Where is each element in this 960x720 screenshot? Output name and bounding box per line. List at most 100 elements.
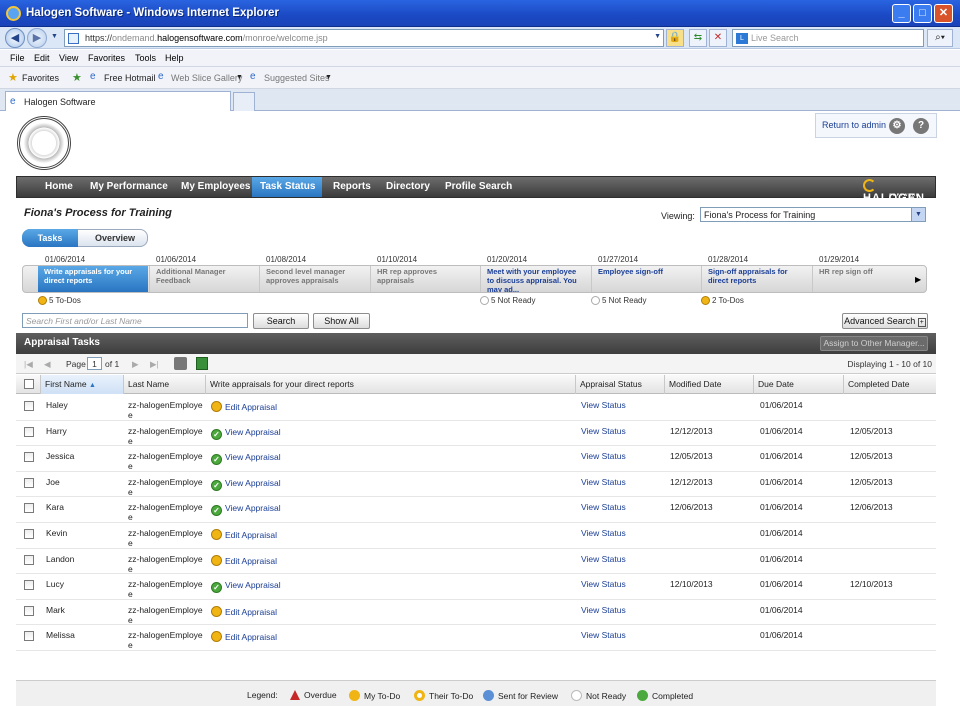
new-tab-button[interactable] — [233, 92, 255, 111]
appraisal-link[interactable]: View Appraisal — [225, 427, 281, 437]
nav-home[interactable]: Home — [37, 177, 81, 197]
appraisal-link[interactable]: View Appraisal — [225, 503, 281, 513]
print-icon[interactable] — [174, 357, 187, 370]
row-checkbox[interactable] — [24, 401, 34, 411]
menu-view[interactable]: View — [59, 53, 78, 63]
col-appraisal-status[interactable]: Appraisal Status — [575, 375, 665, 394]
timeline-step[interactable]: Employee sign-off — [591, 266, 701, 292]
refresh-icon[interactable]: ⇆ — [689, 29, 707, 47]
row-checkbox[interactable] — [24, 605, 34, 616]
page-number-input[interactable]: 1 — [87, 357, 102, 370]
assign-other-manager-button[interactable]: Assign to Other Manager... — [820, 336, 928, 351]
last-page-icon[interactable]: ▶| — [150, 359, 159, 370]
close-icon[interactable]: ✕ — [934, 4, 953, 23]
view-status-link[interactable]: View Status — [581, 630, 626, 640]
address-dropdown-icon[interactable]: ▼ — [654, 33, 661, 40]
row-checkbox[interactable] — [24, 554, 34, 565]
appraisal-link[interactable]: Edit Appraisal — [225, 402, 277, 412]
row-checkbox[interactable] — [24, 631, 34, 642]
name-search-input[interactable]: Search First and/or Last Name — [22, 313, 248, 328]
back-button[interactable]: ◀ — [5, 28, 25, 48]
menu-edit[interactable]: Edit — [34, 53, 50, 63]
suggested-dropdown-icon[interactable]: ▼ — [325, 74, 332, 81]
col-completed-date[interactable]: Completed Date — [843, 375, 936, 394]
stop-icon[interactable]: ✕ — [709, 29, 727, 47]
view-status-link[interactable]: View Status — [581, 451, 626, 461]
appraisal-link[interactable]: View Appraisal — [225, 452, 281, 462]
row-checkbox[interactable] — [24, 580, 34, 591]
gear-icon[interactable]: ⚙ — [889, 118, 905, 134]
first-page-icon[interactable]: |◀ — [24, 359, 33, 370]
fav-link-webslice[interactable]: Web Slice Gallery — [171, 73, 242, 83]
export-excel-icon[interactable] — [196, 357, 208, 370]
prev-page-icon[interactable]: ◀ — [44, 359, 51, 370]
menu-tools[interactable]: Tools — [135, 53, 156, 63]
return-to-admin-link[interactable]: Return to admin — [822, 120, 886, 130]
advanced-search-button[interactable]: Advanced Search + — [842, 313, 928, 329]
col-first-name[interactable]: First Name ▲ — [40, 375, 124, 394]
select-all-checkbox[interactable] — [24, 379, 34, 389]
live-search-input[interactable]: L Live Search — [732, 29, 924, 47]
timeline-step[interactable]: Second level manager approves appraisals — [259, 266, 369, 292]
row-checkbox[interactable] — [24, 426, 34, 437]
timeline-next-icon[interactable]: ▶ — [915, 275, 921, 284]
nav-my-employees[interactable]: My Employees — [173, 177, 258, 197]
menu-help[interactable]: Help — [165, 53, 184, 63]
col-due-date[interactable]: Due Date — [753, 375, 844, 394]
appraisal-link[interactable]: Edit Appraisal — [225, 607, 277, 617]
search-go-icon[interactable]: ⌕▾ — [927, 29, 953, 47]
nav-reports[interactable]: Reports — [325, 177, 379, 197]
fav-link-hotmail[interactable]: Free Hotmail — [104, 73, 156, 83]
timeline-step[interactable]: HR rep approves appraisals — [370, 266, 480, 292]
favorites-star-icon[interactable]: ★ — [8, 71, 18, 84]
nav-profile-search[interactable]: Profile Search — [437, 177, 520, 197]
appraisal-link[interactable]: Edit Appraisal — [225, 632, 277, 642]
appraisal-link[interactable]: Edit Appraisal — [225, 556, 277, 566]
next-page-icon[interactable]: ▶ — [132, 359, 139, 370]
maximize-icon[interactable]: □ — [913, 4, 932, 23]
lock-icon[interactable]: 🔒 — [666, 29, 684, 47]
viewing-select[interactable]: Fiona's Process for Training ▼ — [700, 207, 926, 222]
minimize-icon[interactable]: _ — [892, 4, 911, 23]
tab-tasks[interactable]: Tasks — [22, 229, 78, 247]
nav-directory[interactable]: Directory — [378, 177, 438, 197]
view-status-link[interactable]: View Status — [581, 554, 626, 564]
appraisal-link[interactable]: View Appraisal — [225, 478, 281, 488]
appraisal-link[interactable]: Edit Appraisal — [225, 530, 277, 540]
favorites-button[interactable]: Favorites — [22, 73, 59, 83]
row-checkbox[interactable] — [24, 477, 34, 488]
col-task[interactable]: Write appraisals for your direct reports — [205, 375, 576, 394]
row-checkbox[interactable] — [24, 503, 34, 514]
col-modified-date[interactable]: Modified Date — [664, 375, 754, 394]
history-dropdown-icon[interactable]: ▼ — [51, 33, 58, 40]
tab-overview[interactable]: Overview — [82, 229, 148, 247]
help-icon[interactable]: ? — [913, 118, 929, 134]
menu-file[interactable]: File — [10, 53, 25, 63]
nav-task-status[interactable]: Task Status — [252, 177, 322, 197]
col-last-name[interactable]: Last Name — [123, 375, 206, 394]
timeline-step[interactable]: HR rep sign off — [812, 266, 922, 292]
view-status-link[interactable]: View Status — [581, 426, 626, 436]
timeline-step[interactable]: Meet with your employee to discuss appra… — [480, 266, 590, 292]
row-checkbox[interactable] — [24, 529, 34, 539]
menu-favorites[interactable]: Favorites — [88, 53, 125, 63]
view-status-link[interactable]: View Status — [581, 528, 626, 538]
view-status-link[interactable]: View Status — [581, 579, 626, 589]
search-button[interactable]: Search — [253, 313, 309, 329]
fav-link-suggested[interactable]: Suggested Sites — [264, 73, 330, 83]
timeline-step[interactable]: Additional Manager Feedback — [149, 266, 259, 292]
nav-my-performance[interactable]: My Performance — [82, 177, 176, 197]
view-status-link[interactable]: View Status — [581, 400, 626, 410]
timeline-step[interactable]: Write appraisals for your direct reports — [38, 266, 148, 292]
show-all-button[interactable]: Show All — [313, 313, 370, 329]
row-checkbox[interactable] — [24, 452, 34, 463]
browser-tab-active[interactable]: e Halogen Software — [5, 91, 231, 111]
address-field[interactable]: https://ondemand.halogensoftware.com/mon… — [64, 29, 664, 47]
appraisal-link[interactable]: View Appraisal — [225, 580, 281, 590]
view-status-link[interactable]: View Status — [581, 477, 626, 487]
forward-button[interactable]: ▶ — [27, 28, 47, 48]
view-status-link[interactable]: View Status — [581, 502, 626, 512]
timeline-step[interactable]: Sign-off appraisals for direct reports — [701, 266, 811, 292]
webslice-dropdown-icon[interactable]: ▼ — [236, 74, 243, 81]
view-status-link[interactable]: View Status — [581, 605, 626, 615]
